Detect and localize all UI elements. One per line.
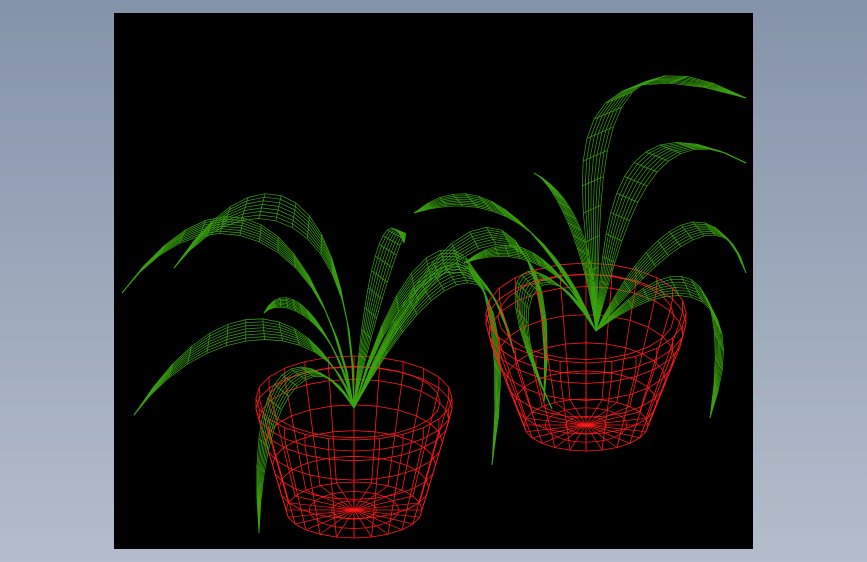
cad-viewport[interactable] bbox=[114, 13, 753, 549]
plant-right bbox=[413, 75, 747, 419]
pot-right bbox=[485, 262, 687, 452]
plant-left bbox=[121, 193, 548, 534]
wireframe-scene bbox=[121, 75, 747, 539]
